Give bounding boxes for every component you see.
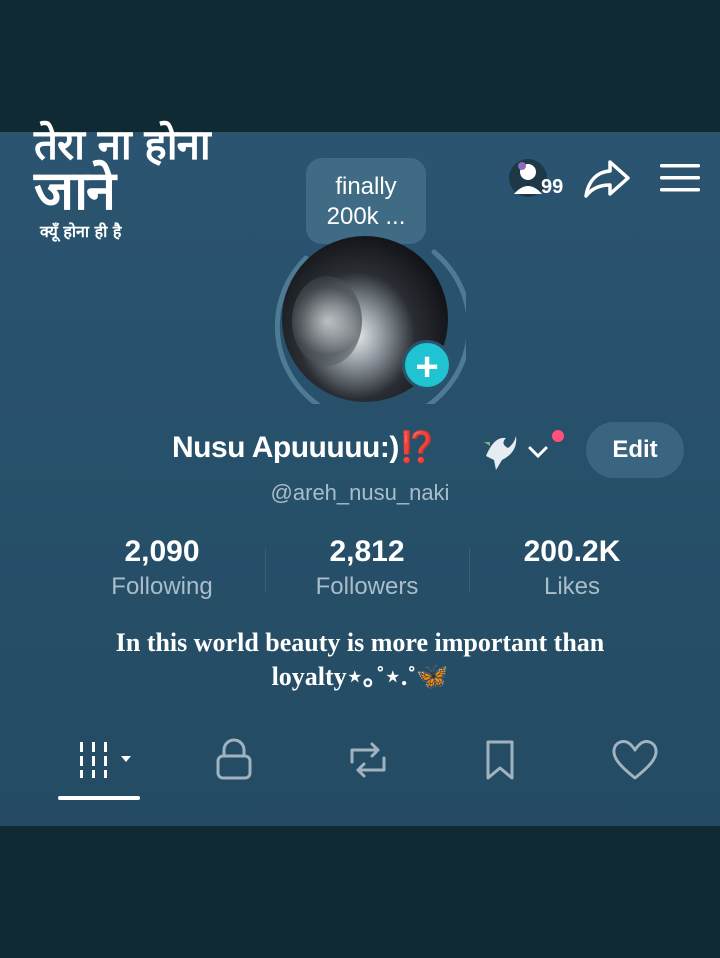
add-story-button[interactable]: + (402, 340, 452, 390)
bio-line-2: loyalty⋆｡˚⋆.˚🦋 (271, 662, 449, 691)
active-tab-indicator (58, 796, 140, 800)
menu-icon[interactable] (658, 160, 702, 196)
stat-label: Followers (315, 573, 419, 600)
notification-dot (552, 430, 564, 442)
heart-icon[interactable] (610, 738, 670, 782)
profile-name: Nusu Apuuuuu:)⁉️ (172, 430, 436, 465)
videos-grid-icon[interactable] (78, 738, 138, 782)
bottom-black-band (0, 826, 720, 958)
stat-likes[interactable]: 200.2K Likes (472, 534, 672, 602)
bio-line-1: In this world beauty is more important t… (115, 628, 605, 657)
stat-divider (469, 548, 470, 592)
name-text: Nusu Apuuuuu:) (172, 431, 399, 464)
name-emoji: ⁉️ (398, 431, 436, 464)
overlay-line-3: क्यूँ होना ही है (40, 222, 122, 241)
chevron-down-icon (528, 446, 548, 459)
repost-icon[interactable] (344, 738, 404, 782)
stat-followers[interactable]: 2,812 Followers (267, 534, 467, 602)
overlay-line-2: जाने (34, 159, 116, 222)
stat-divider (265, 548, 266, 592)
overlay-hindi-text: तेरा ना होना जाने क्यूँ होना ही है (34, 120, 211, 242)
name-decor (480, 426, 580, 474)
username-handle: @areh_nusu_naki (270, 480, 450, 505)
share-icon[interactable] (582, 156, 632, 200)
bookmark-icon[interactable] (480, 738, 540, 782)
bubble-line-1: finally (335, 173, 397, 200)
lock-icon[interactable] (212, 738, 272, 782)
stat-value: 2,090 (124, 535, 200, 568)
stat-value: 200.2K (523, 535, 621, 568)
dove-icon (484, 436, 517, 470)
top-black-band (0, 0, 720, 132)
stat-label: Likes (543, 573, 601, 600)
stat-label: Following (111, 573, 213, 600)
edit-profile-button[interactable]: Edit (586, 422, 684, 478)
profile-bio[interactable]: In this world beauty is more important t… (60, 626, 660, 694)
stat-value: 2,812 (329, 535, 405, 568)
story-count: 99 (541, 176, 564, 198)
stat-following[interactable]: 2,090 Following (62, 534, 262, 602)
